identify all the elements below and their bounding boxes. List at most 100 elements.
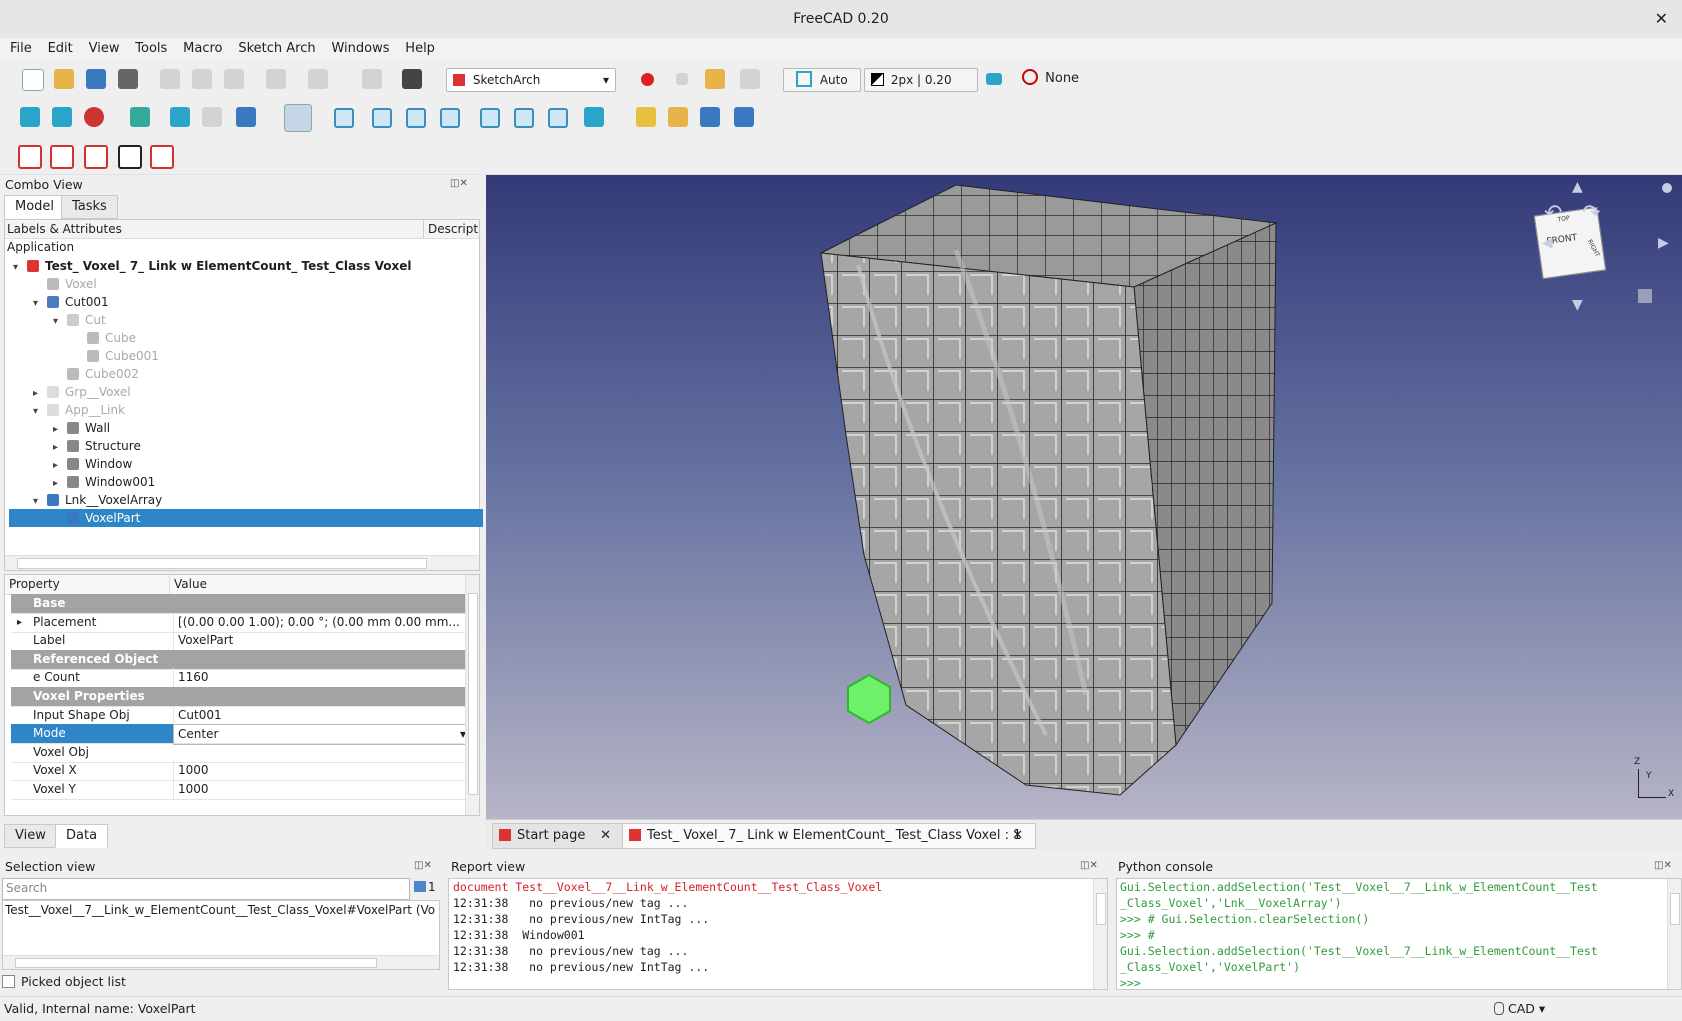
dock-float-close-icon[interactable]: ◫✕: [450, 178, 468, 189]
undo-icon[interactable]: [266, 69, 286, 89]
tree-item[interactable]: ▸ Window001: [9, 473, 483, 491]
menu-windows[interactable]: Windows: [325, 38, 395, 60]
tab-data[interactable]: Data: [55, 824, 109, 848]
bounding-box-icon[interactable]: [130, 107, 150, 127]
property-row[interactable]: Mode Center ▾: [11, 724, 473, 746]
property-value[interactable]: 1000: [173, 761, 472, 781]
workbench-selector[interactable]: SketchArch ▾: [446, 68, 616, 92]
cut-icon[interactable]: [160, 69, 180, 89]
tree-item[interactable]: ▾ Lnk__VoxelArray: [9, 491, 483, 509]
tab-document[interactable]: Test_ Voxel_ 7_ Link w ElementCount_ Tes…: [622, 823, 1036, 849]
right-view-icon[interactable]: [440, 108, 460, 128]
new-document-icon[interactable]: [22, 69, 44, 91]
refresh-icon[interactable]: [362, 69, 382, 89]
tree-item[interactable]: Cube002: [9, 365, 483, 383]
menu-view[interactable]: View: [83, 38, 126, 60]
close-tab-icon[interactable]: ✕: [600, 824, 611, 848]
tree-item[interactable]: ▸ Structure: [9, 437, 483, 455]
forward-arrow-icon[interactable]: [202, 107, 222, 127]
measure-distance-icon[interactable]: [584, 107, 604, 127]
arch-tool-5-icon[interactable]: [150, 145, 174, 169]
selection-item[interactable]: Test__Voxel__7__Link_w_ElementCount__Tes…: [5, 901, 435, 919]
tree-horizontal-scrollbar[interactable]: [5, 555, 479, 570]
rear-view-icon[interactable]: [480, 108, 500, 128]
property-row[interactable]: Voxel X 1000: [11, 761, 467, 782]
selection-search-input[interactable]: Search: [2, 878, 410, 900]
arch-tool-1-icon[interactable]: [18, 145, 42, 169]
picked-object-checkbox[interactable]: [2, 975, 15, 988]
tab-tasks[interactable]: Tasks: [61, 195, 118, 219]
menu-edit[interactable]: Edit: [42, 38, 79, 60]
tree-item[interactable]: ▸ Grp__Voxel: [9, 383, 483, 401]
link-actions-icon[interactable]: [734, 107, 754, 127]
stop-macro-icon[interactable]: [676, 73, 688, 85]
tree-item[interactable]: ▾ Cut001: [9, 293, 483, 311]
navigation-style-button[interactable]: CAD ▾: [1494, 997, 1545, 1021]
property-value[interactable]: Cut001: [173, 705, 472, 725]
property-row[interactable]: e Count 1160: [11, 668, 467, 689]
3d-viewport[interactable]: FRONT TOP RIGHT ↶ ↷ ▲ ▼ ◀ ▶ Z Y X: [486, 175, 1682, 819]
menu-file[interactable]: File: [0, 38, 38, 60]
copy-icon[interactable]: [192, 69, 212, 89]
navcube-menu-icon[interactable]: [1662, 183, 1672, 193]
open-folder-icon[interactable]: [54, 69, 74, 89]
property-value[interactable]: 1000: [173, 780, 472, 799]
navcube-arrow-up-icon[interactable]: ▲: [1572, 179, 1583, 195]
property-value[interactable]: 1160: [173, 668, 472, 688]
navcube-arrow-left-icon[interactable]: ◀: [1542, 235, 1553, 251]
menu-macro[interactable]: Macro: [177, 38, 228, 60]
record-macro-icon[interactable]: [641, 73, 654, 86]
zoom-menu-icon[interactable]: [284, 104, 312, 132]
property-vertical-scrollbar[interactable]: [465, 575, 479, 815]
property-row[interactable]: ▸ Placement [(0.00 0.00 1.00); 0.00 °; (0.…: [11, 612, 467, 633]
tree-item[interactable]: ▸ Wall: [9, 419, 483, 437]
selection-horizontal-scrollbar[interactable]: [3, 955, 439, 969]
create-part-icon[interactable]: [636, 107, 656, 127]
snap-none-button[interactable]: None: [1022, 69, 1079, 89]
left-view-icon[interactable]: [548, 108, 568, 128]
console-vertical-scrollbar[interactable]: [1667, 879, 1681, 989]
isometric-view-icon[interactable]: [334, 108, 354, 128]
print-icon[interactable]: [118, 69, 138, 89]
menu-help[interactable]: Help: [399, 38, 441, 60]
property-row[interactable]: Input Shape Obj Cut001: [11, 705, 467, 726]
clear-search-icon[interactable]: [414, 881, 426, 892]
property-value[interactable]: [(0.00 0.00 1.00); 0.00 °; (0.00 mm 0.00…: [173, 612, 472, 632]
dock-float-close-icon[interactable]: ◫✕: [1080, 860, 1098, 871]
save-icon[interactable]: [86, 69, 106, 89]
paste-icon[interactable]: [224, 69, 244, 89]
tree-item[interactable]: ▾ Test_ Voxel_ 7_ Link w ElementCount_ Te…: [9, 257, 483, 275]
redo-icon[interactable]: [308, 69, 328, 89]
property-value[interactable]: VoxelPart: [173, 631, 472, 651]
fit-all-icon[interactable]: [20, 107, 40, 127]
navcube-mini-cube-icon[interactable]: [1638, 289, 1652, 303]
fit-selection-icon[interactable]: [52, 107, 72, 127]
dock-float-close-icon[interactable]: ◫✕: [1654, 860, 1672, 871]
front-view-icon[interactable]: [372, 108, 392, 128]
tree-item[interactable]: Voxel: [9, 275, 483, 293]
close-tab-icon[interactable]: ✕: [1012, 824, 1023, 848]
scrollbar-thumb[interactable]: [15, 958, 377, 968]
arch-tool-4-icon[interactable]: [118, 145, 142, 169]
arch-tool-3-icon[interactable]: [84, 145, 108, 169]
bottom-view-icon[interactable]: [514, 108, 534, 128]
draw-style-menu-icon[interactable]: [84, 107, 104, 127]
whats-this-icon[interactable]: [402, 69, 422, 89]
scrollbar-thumb[interactable]: [1670, 893, 1680, 925]
python-console-output[interactable]: Gui.Selection.addSelection('Test__Voxel_…: [1116, 878, 1682, 990]
tree-item[interactable]: ▸ Window: [9, 455, 483, 473]
property-row[interactable]: Voxel Y 1000: [11, 780, 467, 800]
std-views-icon[interactable]: [236, 107, 256, 127]
report-vertical-scrollbar[interactable]: [1093, 879, 1107, 989]
scrollbar-thumb[interactable]: [1096, 893, 1106, 925]
tab-model[interactable]: Model: [4, 195, 66, 219]
tab-start-page[interactable]: Start page ✕: [492, 823, 624, 849]
navcube-arrow-right-icon[interactable]: ▶: [1658, 235, 1669, 251]
expand-arrow-icon[interactable]: ▸: [17, 613, 22, 632]
line-width-button[interactable]: 2px | 0.20 mm: [864, 68, 978, 109]
scrollbar-thumb[interactable]: [17, 558, 427, 569]
create-group-icon[interactable]: [668, 107, 688, 127]
working-plane-icon[interactable]: [986, 73, 1002, 85]
dock-float-close-icon[interactable]: ◫✕: [414, 860, 432, 871]
picked-object-list-option[interactable]: Picked object list: [2, 974, 126, 989]
